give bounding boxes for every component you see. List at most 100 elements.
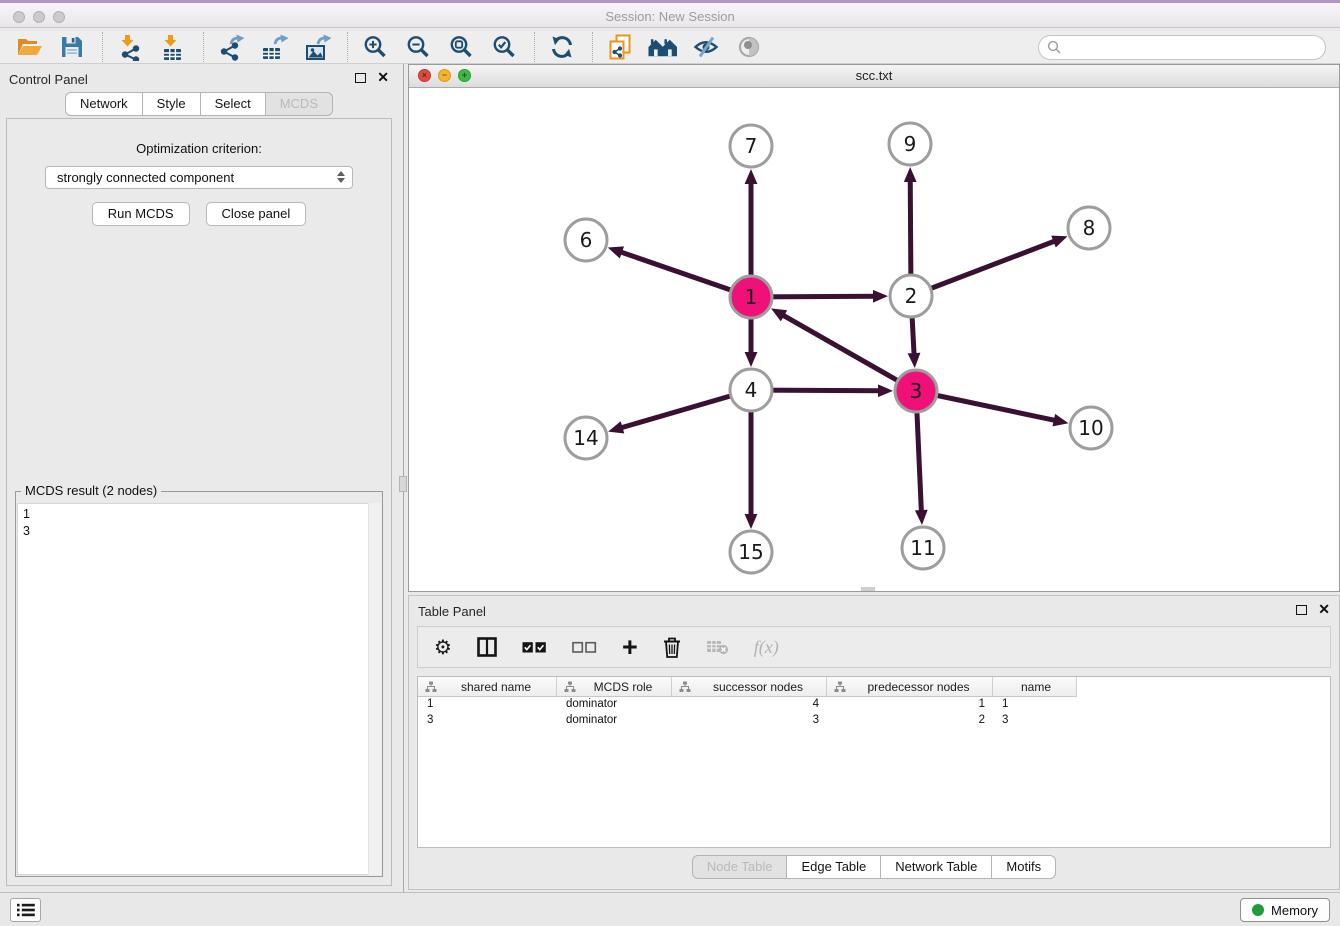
mcds-result-group: MCDS result (2 nodes) 1 3 xyxy=(15,491,383,877)
export-table-icon[interactable] xyxy=(259,32,289,62)
network-maximize-icon[interactable]: + xyxy=(458,69,471,82)
table-cell[interactable]: 4 xyxy=(672,697,827,713)
edge-2-8[interactable] xyxy=(911,240,1057,296)
tab-style[interactable]: Style xyxy=(143,92,201,116)
table-cell[interactable]: 1 xyxy=(418,697,557,713)
search-field xyxy=(1038,35,1326,60)
optimization-criterion-label: Optimization criterion: xyxy=(7,141,391,156)
show-hide-columns-icon[interactable] xyxy=(477,637,497,657)
mcds-result-text[interactable]: 1 3 xyxy=(17,503,381,875)
table-cell[interactable]: 3 xyxy=(418,713,557,729)
clone-network-icon[interactable] xyxy=(605,32,635,62)
toolbar-separator xyxy=(102,32,103,62)
task-history-button[interactable] xyxy=(10,898,41,922)
memory-button[interactable]: Memory xyxy=(1240,898,1330,922)
tab-network[interactable]: Network xyxy=(65,92,143,116)
network-canvas[interactable]: 1234678910111415 xyxy=(409,88,1339,591)
table-row[interactable]: 3dominator323 xyxy=(418,713,1330,729)
tab-network-table[interactable]: Network Table xyxy=(881,855,992,879)
import-network-icon[interactable] xyxy=(115,32,145,62)
show-all-icon[interactable] xyxy=(734,32,764,62)
column-header-MCDS-role[interactable]: MCDS role xyxy=(557,677,672,697)
edge-arrowhead xyxy=(1051,236,1067,248)
node-label-6: 6 xyxy=(580,228,593,252)
close-panel-button[interactable]: Close panel xyxy=(206,202,307,226)
node-label-4: 4 xyxy=(745,378,758,402)
table-cell[interactable]: dominator xyxy=(557,697,672,713)
network-window-titlebar[interactable]: × − + scc.txt xyxy=(409,65,1339,88)
tab-select[interactable]: Select xyxy=(201,92,266,116)
close-table-panel-icon[interactable]: ✕ xyxy=(1318,604,1330,615)
create-column-icon[interactable]: + xyxy=(622,637,638,657)
import-table-icon[interactable] xyxy=(158,32,188,62)
panel-splitter[interactable] xyxy=(398,64,408,892)
node-label-11: 11 xyxy=(910,536,935,560)
result-scrollbar[interactable] xyxy=(368,503,381,875)
delete-table-icon[interactable] xyxy=(706,639,729,655)
toolbar-separator xyxy=(592,32,593,62)
table-panel-title: Table Panel xyxy=(409,596,1339,619)
edge-arrowhead xyxy=(745,169,758,184)
zoom-out-icon[interactable] xyxy=(403,32,433,62)
network-close-icon[interactable]: × xyxy=(418,69,431,82)
edge-arrowhead xyxy=(878,384,893,397)
table-cell[interactable]: 1 xyxy=(827,697,993,713)
column-header-successor-nodes[interactable]: successor nodes xyxy=(672,677,827,697)
table-cell[interactable]: dominator xyxy=(557,713,672,729)
table-tabs: Node TableEdge TableNetwork TableMotifs xyxy=(409,855,1339,879)
splitter-grip[interactable] xyxy=(399,476,407,492)
select-all-icon[interactable] xyxy=(522,641,547,654)
network-view-window: × − + scc.txt 1234678910111415 xyxy=(408,64,1340,592)
hide-selected-icon[interactable] xyxy=(691,32,721,62)
table-options-icon[interactable]: ⚙ xyxy=(434,635,452,659)
zoom-selected-icon[interactable] xyxy=(489,32,519,62)
tab-mcds[interactable]: MCDS xyxy=(266,92,333,116)
toolbar-separator xyxy=(203,32,204,62)
column-header-predecessor-nodes[interactable]: predecessor nodes xyxy=(827,677,993,697)
control-panel: Control Panel ✕ NetworkStyleSelectMCDS O… xyxy=(0,64,398,892)
export-network-icon[interactable] xyxy=(216,32,246,62)
column-header-name[interactable]: name xyxy=(993,677,1077,697)
hierarchy-icon xyxy=(679,681,691,693)
export-image-icon[interactable] xyxy=(302,32,332,62)
edge-3-1[interactable] xyxy=(781,314,916,391)
edge-arrowhead xyxy=(915,510,928,525)
save-session-icon[interactable] xyxy=(57,32,87,62)
close-panel-icon[interactable]: ✕ xyxy=(377,72,389,83)
refresh-view-icon[interactable] xyxy=(547,32,577,62)
table-row[interactable]: 1dominator411 xyxy=(418,697,1330,713)
first-neighbors-icon[interactable] xyxy=(648,32,678,62)
control-panel-tabs: NetworkStyleSelectMCDS xyxy=(0,92,398,116)
search-icon xyxy=(1047,40,1061,59)
table-cell[interactable]: 1 xyxy=(993,697,1077,713)
search-input[interactable] xyxy=(1038,35,1326,60)
table-cell[interactable]: 2 xyxy=(827,713,993,729)
table-cell[interactable]: 3 xyxy=(993,713,1077,729)
tab-motifs[interactable]: Motifs xyxy=(992,855,1056,879)
float-table-panel-icon[interactable] xyxy=(1296,605,1307,615)
edge-arrowhead xyxy=(608,421,624,433)
dropdown-stepper-icon xyxy=(337,171,345,183)
delete-column-icon[interactable] xyxy=(663,637,681,658)
run-mcds-button[interactable]: Run MCDS xyxy=(92,202,190,226)
node-label-14: 14 xyxy=(573,426,598,450)
control-panel-header: Control Panel ✕ xyxy=(0,64,398,92)
criterion-dropdown[interactable]: strongly connected component xyxy=(45,166,353,189)
deselect-all-icon[interactable] xyxy=(572,641,597,654)
tab-node-table[interactable]: Node Table xyxy=(692,855,788,879)
tab-edge-table[interactable]: Edge Table xyxy=(787,855,881,879)
network-minimize-icon[interactable]: − xyxy=(438,69,451,82)
table-header-row: shared nameMCDS rolesuccessor nodesprede… xyxy=(418,677,1330,697)
memory-status-icon xyxy=(1252,904,1264,916)
window-titlebar: Session: New Session xyxy=(0,0,1340,28)
table-cell[interactable]: 3 xyxy=(672,713,827,729)
canvas-resize-grip[interactable] xyxy=(861,587,875,591)
criterion-value: strongly connected component xyxy=(57,170,234,185)
float-panel-icon[interactable] xyxy=(355,73,366,83)
zoom-fit-icon[interactable] xyxy=(446,32,476,62)
node-label-15: 15 xyxy=(738,540,763,564)
function-builder-icon[interactable]: f(x) xyxy=(754,637,779,658)
open-session-icon[interactable] xyxy=(14,32,44,62)
zoom-in-icon[interactable] xyxy=(360,32,390,62)
column-header-shared-name[interactable]: shared name xyxy=(418,677,557,697)
